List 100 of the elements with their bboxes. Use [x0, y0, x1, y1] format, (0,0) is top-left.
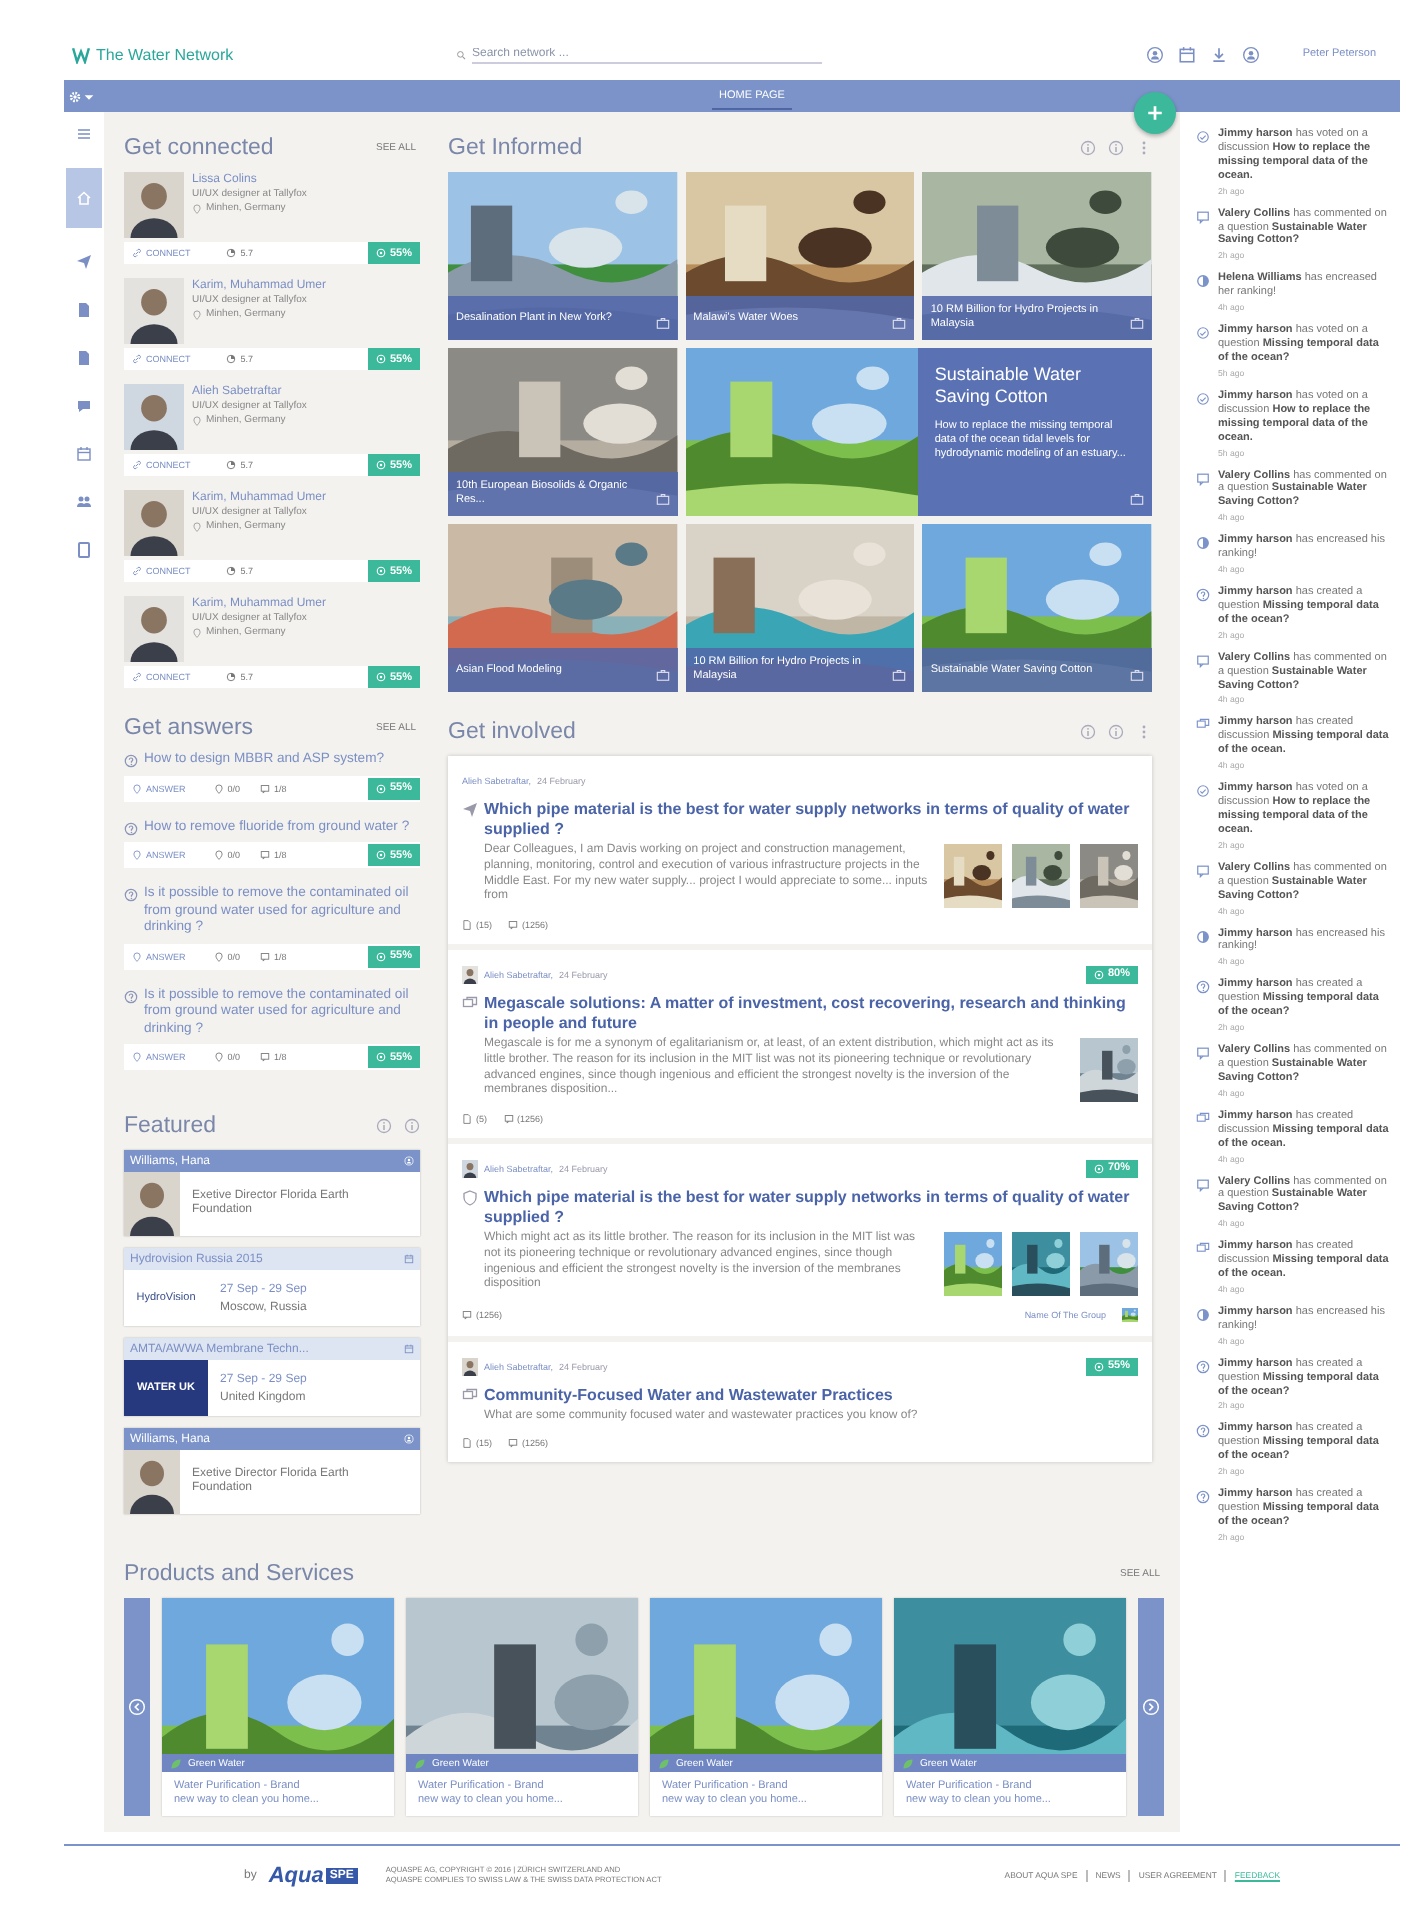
- section-title: Get involved: [448, 720, 576, 744]
- avatar: [124, 384, 184, 450]
- post-title[interactable]: Which pipe material is the best for water supply networks in terms of quality of water supplied ?: [484, 800, 1138, 840]
- comment-icon: [1196, 209, 1210, 224]
- paper-plane-icon: [462, 802, 478, 818]
- section-title: Featured: [124, 1114, 217, 1138]
- logo-icon: [72, 45, 90, 63]
- calendar-icon[interactable]: [1178, 45, 1197, 63]
- info-icon[interactable]: [376, 1118, 392, 1134]
- post-title[interactable]: Which pipe material is the best for water supply networks in terms of quality of water supplied ?: [484, 1188, 1138, 1228]
- pin-icon: [213, 783, 224, 793]
- pin-icon: [213, 1052, 224, 1062]
- briefcase-icon: [1129, 668, 1144, 682]
- calendar-icon: [76, 446, 92, 462]
- pie-icon: [226, 566, 237, 576]
- leaf-icon: [170, 1757, 182, 1769]
- target-icon: [1093, 1361, 1104, 1371]
- caret-icon[interactable]: [82, 89, 96, 103]
- link-icon: [132, 248, 142, 258]
- briefcase-icon: [655, 668, 670, 682]
- target-icon: [1093, 969, 1104, 979]
- calendar-icon: [404, 1344, 414, 1354]
- calendar-icon: [404, 1254, 414, 1264]
- question-icon: [124, 989, 138, 1003]
- plus-icon: [1146, 104, 1164, 122]
- search-icon: [456, 49, 466, 59]
- file-icon: [76, 542, 92, 558]
- target-icon: [375, 354, 386, 364]
- link-icon: [132, 672, 142, 682]
- logo-text: The Water Network: [96, 45, 234, 63]
- pin-icon: [192, 309, 202, 319]
- leaf-icon: [902, 1757, 914, 1769]
- add-button[interactable]: [1134, 92, 1176, 134]
- discussion-icon: [462, 996, 478, 1012]
- target-icon: [375, 850, 386, 860]
- chevron-right-icon: [1142, 1698, 1160, 1716]
- info-icon[interactable]: [1108, 140, 1124, 156]
- target-icon: [375, 951, 386, 961]
- brand-logo-text: Aqua: [268, 1863, 324, 1887]
- profile-icon[interactable]: [1146, 45, 1165, 63]
- target-icon: [1093, 1163, 1104, 1173]
- leaf-icon: [658, 1757, 670, 1769]
- avatar: [124, 278, 184, 344]
- sidebar-item[interactable]: [66, 168, 102, 228]
- section-title: Get connected: [124, 136, 274, 160]
- briefcase-icon: [892, 668, 907, 682]
- settings-icon[interactable]: [68, 89, 82, 103]
- target-icon: [375, 566, 386, 576]
- avatar: [124, 490, 184, 556]
- question-icon: [1196, 1490, 1210, 1505]
- post-title[interactable]: Megascale solutions: A matter of investment, cost recovering, research and thinking in people and future: [484, 994, 1138, 1034]
- post-title[interactable]: Community-Focused Water and Wastewater Practices: [484, 1386, 893, 1406]
- comment-icon: [260, 850, 271, 860]
- paper-plane-icon: [76, 254, 92, 270]
- info-icon[interactable]: [404, 1118, 420, 1134]
- target-icon: [375, 1052, 386, 1062]
- avatar: [462, 1159, 478, 1177]
- section-title: Get Informed: [448, 136, 583, 160]
- pin-icon: [213, 951, 224, 961]
- check-circle-icon: [1196, 326, 1210, 341]
- question-icon: [1196, 1424, 1210, 1439]
- avatar: [124, 596, 184, 662]
- section-title: Products and Services: [124, 1562, 355, 1586]
- comment-icon: [508, 1437, 519, 1448]
- comment-icon: [1196, 471, 1210, 485]
- target-icon: [375, 672, 386, 682]
- question-icon: [124, 754, 138, 768]
- pin-icon: [132, 951, 142, 961]
- pie-icon: [226, 354, 237, 364]
- briefcase-icon: [655, 316, 670, 330]
- avatar: [124, 1172, 180, 1236]
- pie-icon: [1196, 1307, 1210, 1322]
- leaf-icon: [414, 1757, 426, 1769]
- briefcase-icon: [1129, 492, 1144, 506]
- link-icon: [132, 354, 142, 364]
- home-icon: [76, 190, 92, 206]
- briefcase-icon: [655, 492, 670, 506]
- comment-icon: [1196, 863, 1210, 878]
- avatar: [462, 965, 478, 983]
- comment-icon: [503, 1114, 513, 1124]
- info-icon[interactable]: [1080, 724, 1096, 740]
- profile-icon: [404, 1434, 414, 1444]
- discussion-icon: [1196, 1111, 1210, 1126]
- pin-icon: [213, 850, 224, 860]
- pin-icon: [132, 1052, 142, 1062]
- check-circle-icon: [1196, 130, 1210, 144]
- pin-icon: [192, 627, 202, 637]
- pie-icon: [1196, 274, 1210, 289]
- info-icon[interactable]: [1108, 724, 1124, 740]
- download-icon[interactable]: [1210, 45, 1229, 63]
- discussion-icon: [1196, 1242, 1210, 1257]
- avatar: [124, 172, 184, 238]
- people-icon: [76, 494, 92, 510]
- chevron-left-icon: [128, 1698, 146, 1716]
- document-icon: [462, 1114, 472, 1124]
- discussion-icon: [462, 1388, 478, 1404]
- chat-icon: [76, 398, 92, 414]
- profile-icon[interactable]: [1242, 45, 1261, 63]
- avatar: [462, 1357, 478, 1375]
- info-icon[interactable]: [1080, 140, 1096, 156]
